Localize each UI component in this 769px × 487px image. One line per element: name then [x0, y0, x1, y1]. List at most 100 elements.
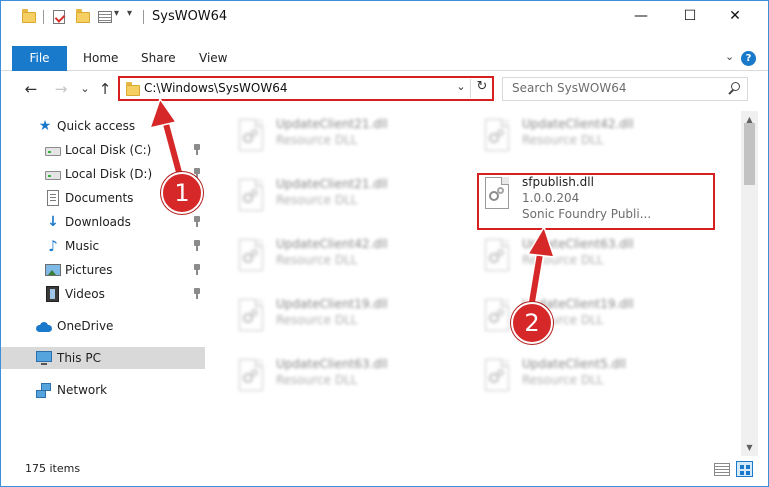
file-tile[interactable]: UpdateClient63.dll Resource DLL — [221, 351, 461, 403]
file-tile[interactable]: UpdateClient5.dll Resource DLL — [467, 351, 707, 403]
file-tile[interactable]: UpdateClient19.dll Resource DLL — [221, 291, 461, 343]
folder-icon — [125, 82, 141, 96]
sidebar-item-pictures[interactable]: Pictures — [1, 259, 205, 281]
search-box[interactable] — [502, 77, 748, 101]
dll-file-icon — [235, 119, 267, 157]
sidebar-item-label: Music — [65, 239, 100, 253]
downloads-icon: ↓ — [47, 214, 59, 230]
folder-icon — [21, 9, 37, 25]
file-tile[interactable]: UpdateClient19.dll Resource DLL — [467, 291, 707, 343]
file-type: Resource DLL — [276, 313, 358, 327]
sidebar-item-label: This PC — [57, 351, 101, 365]
sidebar-item-label: Local Disk (C:) — [65, 143, 152, 157]
dll-file-icon — [481, 359, 513, 397]
sidebar-item-quick-access[interactable]: ★ Quick access — [1, 115, 205, 137]
sidebar-item-label: OneDrive — [57, 319, 114, 333]
pin-icon[interactable] — [192, 144, 202, 156]
status-bar: 175 items — [1, 456, 768, 486]
file-tile[interactable]: UpdateClient42.dll Resource DLL — [221, 231, 461, 283]
properties-icon[interactable] — [97, 9, 113, 25]
onedrive-icon — [36, 322, 52, 332]
file-list: UpdateClient21.dll Resource DLL UpdateCl… — [211, 111, 741, 456]
file-tile[interactable]: UpdateClient21.dll Resource DLL — [221, 171, 461, 223]
help-icon[interactable]: ? — [741, 51, 756, 66]
file-name: UpdateClient5.dll — [522, 357, 626, 371]
pin-icon[interactable] — [192, 216, 202, 228]
search-icon[interactable] — [727, 82, 741, 96]
back-button[interactable]: ← — [21, 79, 41, 99]
dll-file-icon — [481, 239, 513, 277]
new-folder-icon[interactable] — [75, 9, 91, 25]
properties-check-icon[interactable] — [51, 9, 67, 25]
file-tile[interactable]: UpdateClient42.dll Resource DLL — [467, 111, 707, 163]
details-view-icon[interactable] — [714, 463, 730, 476]
file-name: UpdateClient42.dll — [276, 237, 388, 251]
step-2-badge: 2 — [511, 302, 553, 344]
star-icon: ★ — [38, 118, 52, 134]
videos-icon — [46, 286, 59, 302]
tab-view[interactable]: View — [199, 46, 227, 71]
window-title: SysWOW64 — [152, 9, 228, 24]
dll-file-icon — [235, 239, 267, 277]
scroll-down-icon[interactable]: ▼ — [741, 439, 758, 456]
file-name: UpdateClient42.dll — [522, 117, 634, 131]
customize-toolbar-icon[interactable]: ▾ — [127, 8, 132, 19]
search-input[interactable] — [512, 81, 712, 95]
sidebar-item-this-pc[interactable]: This PC — [1, 347, 205, 369]
tab-file[interactable]: File — [12, 46, 67, 71]
file-explorer-window: ▾ ▾ SysWOW64 — ☐ ✕ File Home Share View … — [0, 0, 769, 487]
drive-icon — [45, 171, 61, 180]
large-icons-view-icon[interactable] — [736, 461, 753, 477]
file-name: UpdateClient21.dll — [276, 117, 388, 131]
sidebar-item-label: Network — [57, 383, 108, 397]
properties-dropdown-icon[interactable]: ▾ — [114, 8, 119, 19]
file-type: Resource DLL — [276, 193, 358, 207]
music-icon: ♪ — [48, 237, 58, 255]
close-button[interactable]: ✕ — [712, 1, 758, 32]
sidebar-item-music[interactable]: ♪ Music — [1, 235, 205, 257]
maximize-button[interactable]: ☐ — [667, 1, 713, 32]
file-name: UpdateClient63.dll — [276, 357, 388, 371]
file-type: Resource DLL — [522, 253, 604, 267]
dll-file-icon — [235, 359, 267, 397]
file-name: UpdateClient21.dll — [276, 177, 388, 191]
file-tile[interactable]: UpdateClient21.dll Resource DLL — [221, 111, 461, 163]
file-highlight-box — [477, 173, 715, 230]
vertical-scrollbar[interactable]: ▲ ▼ — [741, 111, 758, 456]
dll-file-icon — [235, 179, 267, 217]
expand-ribbon-icon[interactable]: ⌄ — [725, 50, 734, 63]
sidebar-item-videos[interactable]: Videos — [1, 283, 205, 305]
step-1-badge: 1 — [161, 172, 203, 214]
item-count: 175 items — [25, 462, 81, 475]
scroll-thumb[interactable] — [744, 123, 755, 185]
computer-icon — [36, 351, 52, 365]
file-tile[interactable]: UpdateClient63.dll Resource DLL — [467, 231, 707, 283]
file-name: UpdateClient63.dll — [522, 237, 634, 251]
up-button[interactable]: ↑ — [95, 79, 115, 99]
pictures-icon — [45, 264, 61, 276]
address-path[interactable]: C:\Windows\SysWOW64 — [144, 81, 288, 95]
pin-icon[interactable] — [192, 288, 202, 300]
title-separator — [143, 10, 144, 24]
address-bar[interactable]: C:\Windows\SysWOW64 ⌄ ↻ — [118, 76, 494, 101]
pin-icon[interactable] — [192, 264, 202, 276]
recent-locations-button[interactable]: ⌄ — [75, 79, 95, 99]
sidebar-item-local-disk-c[interactable]: Local Disk (C:) — [1, 139, 205, 161]
sidebar-item-label: Downloads — [65, 215, 131, 229]
drive-icon — [45, 147, 61, 156]
pin-icon[interactable] — [192, 240, 202, 252]
refresh-icon[interactable]: ↻ — [474, 79, 490, 94]
sidebar-item-onedrive[interactable]: OneDrive — [1, 315, 205, 337]
tab-share[interactable]: Share — [141, 46, 176, 71]
tab-home[interactable]: Home — [83, 46, 118, 71]
forward-button[interactable]: → — [51, 79, 71, 99]
sidebar-item-label: Documents — [65, 191, 134, 205]
minimize-button[interactable]: — — [618, 1, 664, 32]
file-type: Resource DLL — [276, 133, 358, 147]
file-type: Resource DLL — [276, 253, 358, 267]
sidebar-item-label: Videos — [65, 287, 105, 301]
network-icon — [36, 382, 52, 398]
sidebar-item-downloads[interactable]: ↓ Downloads — [1, 211, 205, 233]
address-dropdown-icon[interactable]: ⌄ — [454, 80, 468, 93]
sidebar-item-network[interactable]: Network — [1, 379, 205, 401]
